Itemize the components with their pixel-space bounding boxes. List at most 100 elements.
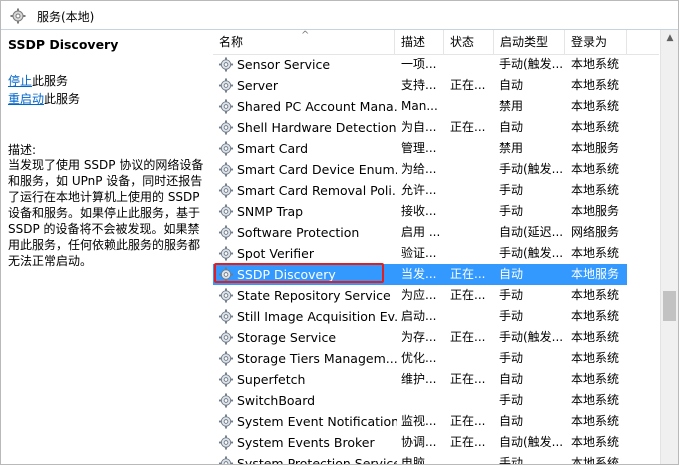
service-row[interactable]: Still Image Acquisition Ev... 启动... 手动 本地系统 <box>213 306 627 327</box>
service-gear-icon <box>218 288 234 303</box>
restart-service-suffix: 此服务 <box>44 92 81 106</box>
service-description: 优化... <box>401 351 437 365</box>
service-status <box>450 180 490 201</box>
vertical-scrollbar[interactable]: ▲ <box>660 30 678 464</box>
service-name: Software Protection <box>237 225 360 240</box>
service-startup-type: 手动 <box>499 393 524 407</box>
service-description: 维护... <box>401 372 437 386</box>
service-row[interactable]: System Events Broker 协调... 正在... 自动(触发... 本地… <box>213 432 627 453</box>
service-log-on-as: 本地服务 <box>571 141 620 155</box>
service-row[interactable]: SwitchBoard 手动 本地系统 <box>213 390 627 411</box>
service-name: System Event Notification... <box>237 414 397 429</box>
service-row[interactable]: Storage Tiers Managem... 优化... 手动 本地系统 <box>213 348 627 369</box>
service-name: Sensor Service <box>237 57 331 72</box>
service-row[interactable]: Smart Card Removal Poli... 允许... 手动 本地系统 <box>213 180 627 201</box>
service-description: 为存... <box>401 330 437 344</box>
service-gear-icon <box>218 246 234 261</box>
service-description: 为应... <box>401 288 437 302</box>
service-log-on-as: 本地服务 <box>571 204 620 218</box>
service-row[interactable]: Superfetch 维护... 正在... 自动 本地系统 <box>213 369 627 390</box>
service-gear-icon <box>218 456 234 464</box>
service-startup-type: 自动 <box>499 372 524 386</box>
service-status: 正在... <box>450 435 486 449</box>
scroll-up-arrow-icon[interactable]: ▲ <box>661 30 678 47</box>
column-name[interactable]: 名称 ^ <box>213 30 395 54</box>
service-description: 监视... <box>401 414 437 428</box>
description-label: 描述: <box>8 143 37 157</box>
stop-service-link[interactable]: 停止 <box>8 74 32 88</box>
service-name: State Repository Service <box>237 288 391 303</box>
service-gear-icon <box>218 183 234 198</box>
service-gear-icon <box>218 225 234 240</box>
service-row[interactable]: Smart Card Device Enum... 为给... 手动(触发... 本地… <box>213 159 627 180</box>
service-name: Smart Card Device Enum... <box>237 162 397 177</box>
service-gear-icon <box>218 330 234 345</box>
service-description: 启动... <box>401 309 437 323</box>
service-name: Storage Service <box>237 330 337 345</box>
service-status <box>450 243 490 264</box>
column-startup-type[interactable]: 启动类型 <box>494 30 565 54</box>
service-startup-type: 手动 <box>499 309 524 323</box>
restart-service-link[interactable]: 重启动 <box>8 92 44 106</box>
scroll-thumb[interactable] <box>663 291 676 321</box>
service-row[interactable]: Shell Hardware Detection 为自... 正在... 自动 本地系统 <box>213 117 627 138</box>
service-gear-icon <box>218 435 234 450</box>
service-startup-type: 手动 <box>499 288 524 302</box>
service-row[interactable]: Software Protection 启用 ... 自动(延迟... 网络服务 <box>213 222 627 243</box>
service-description: 验证... <box>401 246 437 260</box>
service-status <box>450 453 490 464</box>
service-log-on-as: 本地系统 <box>571 351 620 365</box>
service-startup-type: 自动 <box>499 120 524 134</box>
service-row[interactable]: Smart Card 管理... 禁用 本地服务 <box>213 138 627 159</box>
service-row[interactable]: SSDP Discovery 当发... 正在... 自动 本地服务 <box>213 264 627 285</box>
service-description: 当发... <box>401 267 437 281</box>
service-gear-icon <box>218 78 234 93</box>
title-bar: 服务(本地) <box>1 1 678 30</box>
services-list[interactable]: 名称 ^ 描述 状态 启动类型 登录为 Sensor Service 一项... 手… <box>213 30 659 464</box>
service-log-on-as: 本地系统 <box>571 162 620 176</box>
service-startup-type: 禁用 <box>499 141 524 155</box>
service-status: 正在... <box>450 267 486 281</box>
service-status: 正在... <box>450 120 486 134</box>
service-log-on-as: 本地服务 <box>571 267 620 281</box>
column-description[interactable]: 描述 <box>395 30 444 54</box>
services-gear-icon <box>10 8 26 24</box>
service-gear-icon <box>218 99 234 114</box>
service-row[interactable]: Shared PC Account Mana... Man... 禁用 本地系统 <box>213 96 627 117</box>
column-log-on-as[interactable]: 登录为 <box>565 30 627 54</box>
service-name: System Events Broker <box>237 435 375 450</box>
service-row[interactable]: System Protection Service 电脑... 手动 本地系统 <box>213 453 627 464</box>
service-status <box>450 390 490 411</box>
service-startup-type: 自动 <box>499 414 524 428</box>
service-name: Shell Hardware Detection <box>237 120 397 135</box>
service-row[interactable]: SNMP Trap 接收... 手动 本地服务 <box>213 201 627 222</box>
service-startup-type: 禁用 <box>499 99 524 113</box>
service-row[interactable]: System Event Notification... 监视... 正在... 自动… <box>213 411 627 432</box>
column-description-label: 描述 <box>401 35 426 49</box>
service-row[interactable]: Spot Verifier 验证... 手动(触发... 本地系统 <box>213 243 627 264</box>
column-startup-type-label: 启动类型 <box>500 35 549 49</box>
service-status <box>450 138 490 159</box>
service-startup-type: 自动 <box>499 78 524 92</box>
service-status: 正在... <box>450 414 486 428</box>
service-status <box>450 159 490 180</box>
service-gear-icon <box>218 204 234 219</box>
service-gear-icon <box>218 141 234 156</box>
service-row[interactable]: Sensor Service 一项... 手动(触发... 本地系统 <box>213 54 627 75</box>
service-log-on-as: 本地系统 <box>571 120 620 134</box>
service-log-on-as: 本地系统 <box>571 309 620 323</box>
column-name-label: 名称 <box>219 35 244 49</box>
service-gear-icon <box>218 162 234 177</box>
service-row[interactable]: Server 支持... 正在... 自动 本地系统 <box>213 75 627 96</box>
column-header: 名称 ^ 描述 状态 启动类型 登录为 <box>213 30 659 55</box>
column-status[interactable]: 状态 <box>444 30 494 54</box>
service-gear-icon <box>218 309 234 324</box>
column-log-on-as-label: 登录为 <box>571 35 608 49</box>
service-description: 一项... <box>401 57 437 71</box>
service-row[interactable]: Storage Service 为存... 正在... 手动(触发... 本地系统 <box>213 327 627 348</box>
sort-ascending-icon: ^ <box>301 30 310 41</box>
service-row[interactable]: State Repository Service 为应... 正在... 手动 本地系统 <box>213 285 627 306</box>
selected-service-name: SSDP Discovery <box>8 37 119 52</box>
service-log-on-as: 本地系统 <box>571 78 620 92</box>
service-description: Man... <box>401 99 438 113</box>
